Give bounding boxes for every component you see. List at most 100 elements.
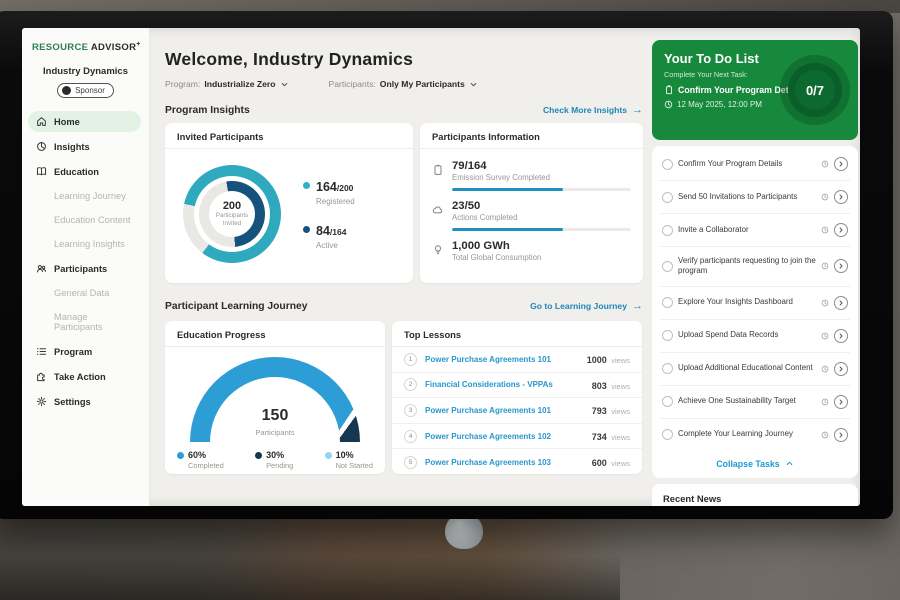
sidebar-item[interactable]: Manage Participants [28,307,141,337]
chevron-right-icon[interactable] [834,296,848,310]
lesson-link[interactable]: Power Purchase Agreements 103 [425,458,551,467]
sponsor-badge-icon [62,86,71,95]
clock-icon [821,398,829,406]
sidebar-item[interactable]: Insights [28,136,141,157]
lesson-link[interactable]: Power Purchase Agreements 101 [425,355,551,364]
sponsor-badge[interactable]: Sponsor [57,83,114,98]
filter-dropdown[interactable]: Program: Industrialize Zero [165,79,289,89]
sidebar-item-label: Learning Insights [54,239,125,249]
task-checkbox[interactable] [662,429,673,440]
chevron-right-icon[interactable] [834,157,848,171]
todo-task-row[interactable]: Send 50 Invitations to Participants [660,181,850,214]
task-checkbox[interactable] [662,225,673,236]
chevron-right-icon[interactable] [834,428,848,442]
sidebar-item[interactable]: Home [28,111,141,132]
lesson-link[interactable]: Power Purchase Agreements 102 [425,432,551,441]
filter-dropdown[interactable]: Participants: Only My Participants [329,79,478,89]
lesson-rank: 5 [404,456,417,469]
clock-icon [664,100,673,109]
task-checkbox[interactable] [662,330,673,341]
todo-task-row[interactable]: Confirm Your Program Details [660,148,850,181]
info-label: Total Global Consumption [452,253,631,262]
legend-dot [303,182,310,189]
chevron-right-icon[interactable] [834,329,848,343]
todo-task-row[interactable]: Achieve One Sustainability Target [660,386,850,419]
task-checkbox[interactable] [662,261,673,272]
section-title-program-insights: Program Insights [165,105,250,116]
logo-advisor: ADVISOR [91,42,136,53]
chevron-right-icon[interactable] [834,223,848,237]
task-checkbox[interactable] [662,159,673,170]
clipboard-icon [664,85,674,95]
lesson-views-word: views [611,433,630,442]
progress-bar [452,228,631,231]
donut-center-label: Participants Invited [212,212,252,228]
chevron-right-icon[interactable] [834,190,848,204]
todo-progress-ring: 0/7 [788,63,842,117]
info-row-icon [432,203,444,215]
todo-task-row[interactable]: Complete Your Learning Journey [660,419,850,451]
chevron-right-icon[interactable] [834,395,848,409]
task-label: Confirm Your Program Details [678,159,816,169]
task-checkbox[interactable] [662,192,673,203]
sidebar-item-icon [36,346,47,357]
sidebar-item-label: Education Content [54,215,131,225]
lesson-rank: 3 [404,404,417,417]
task-checkbox[interactable] [662,297,673,308]
todo-task-row[interactable]: Upload Additional Educational Content [660,353,850,386]
legend-dot [325,452,332,459]
info-label: Actions Completed [452,213,631,222]
info-value: 23/50 [452,200,631,212]
sidebar-item[interactable]: Education Content [28,210,141,230]
todo-task-row[interactable]: Verify participants requesting to join t… [660,247,850,287]
todo-task-row[interactable]: Invite a Collaborator [660,214,850,247]
info-row: 1,000 GWh Total Global Consumption [420,233,643,264]
legend-dot [303,226,310,233]
task-checkbox[interactable] [662,363,673,374]
sidebar-item[interactable]: General Data [28,283,141,303]
sidebar-item[interactable]: Education [28,161,141,182]
legend-item: 10% Not Started [325,450,373,470]
legend-item: 164/200 Registered [303,178,355,206]
card-title: Education Progress [165,321,385,347]
sidebar-item[interactable]: Take Action [28,366,141,387]
check-more-insights-link[interactable]: Check More Insights → [543,104,643,116]
top-lessons-card: Top Lessons 1 Power Purchase Agreements … [392,321,642,474]
sidebar-item[interactable]: Learning Journey [28,186,141,206]
card-title: Participants Information [420,123,643,149]
lesson-row: 2 Financial Considerations - VPPAs 803 v… [392,373,642,399]
filter-label: Program: [165,79,200,89]
chevron-right-icon[interactable] [834,362,848,376]
collapse-tasks-link[interactable]: Collapse Tasks [660,451,850,474]
task-label: Upload Additional Educational Content [678,363,816,373]
sidebar-item-label: Settings [54,397,91,407]
clock-icon [821,332,829,340]
lesson-views-count: 793 [592,406,607,416]
task-checkbox[interactable] [662,396,673,407]
sidebar-item[interactable]: Program [28,341,141,362]
sidebar-item[interactable]: Participants [28,258,141,279]
recent-news-card[interactable]: Recent News [652,484,858,506]
clock-icon [821,193,829,201]
clock-icon [821,299,829,307]
todo-task-row[interactable]: Upload Spend Data Records [660,320,850,353]
lesson-link[interactable]: Power Purchase Agreements 101 [425,406,551,415]
lesson-views-count: 803 [592,381,607,391]
sidebar-item[interactable]: Settings [28,391,141,412]
sidebar-item-icon [36,396,47,407]
legend-value: 60% [188,450,224,460]
go-to-learning-journey-link[interactable]: Go to Learning Journey → [530,300,643,312]
sidebar-item[interactable]: Learning Insights [28,234,141,254]
background-desk-shadow [0,556,620,600]
chevron-right-icon[interactable] [834,259,848,273]
progress-bar-fill [452,228,563,231]
lesson-link[interactable]: Financial Considerations - VPPAs [425,380,553,389]
clock-icon [821,365,829,373]
arrow-right-icon: → [632,300,643,312]
todo-task-row[interactable]: Explore Your Insights Dashboard [660,287,850,320]
lesson-rank: 4 [404,430,417,443]
todo-progress-value: 0/7 [806,83,824,98]
logo-resource: RESOURCE [32,42,88,53]
sidebar-item-label: Home [54,117,80,127]
sponsor-badge-label: Sponsor [75,86,105,95]
